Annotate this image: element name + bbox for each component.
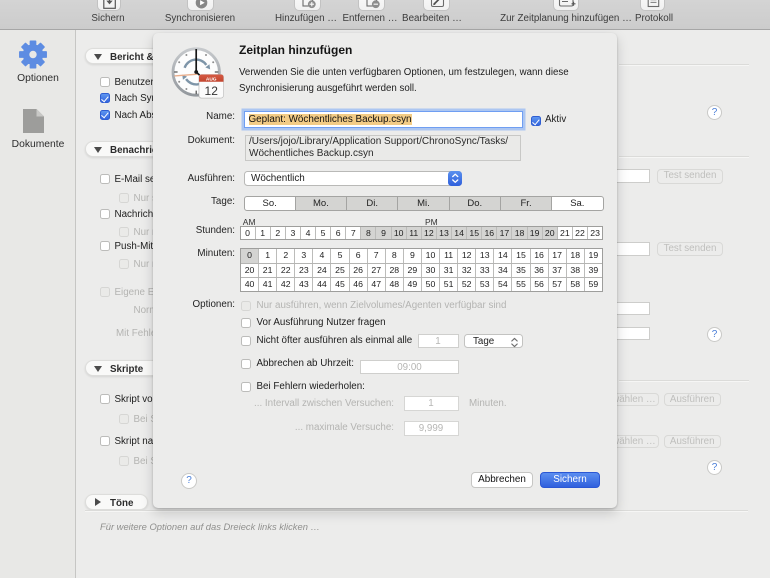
svg-text:AUG: AUG bbox=[206, 76, 217, 82]
svg-text:12: 12 bbox=[205, 84, 219, 98]
